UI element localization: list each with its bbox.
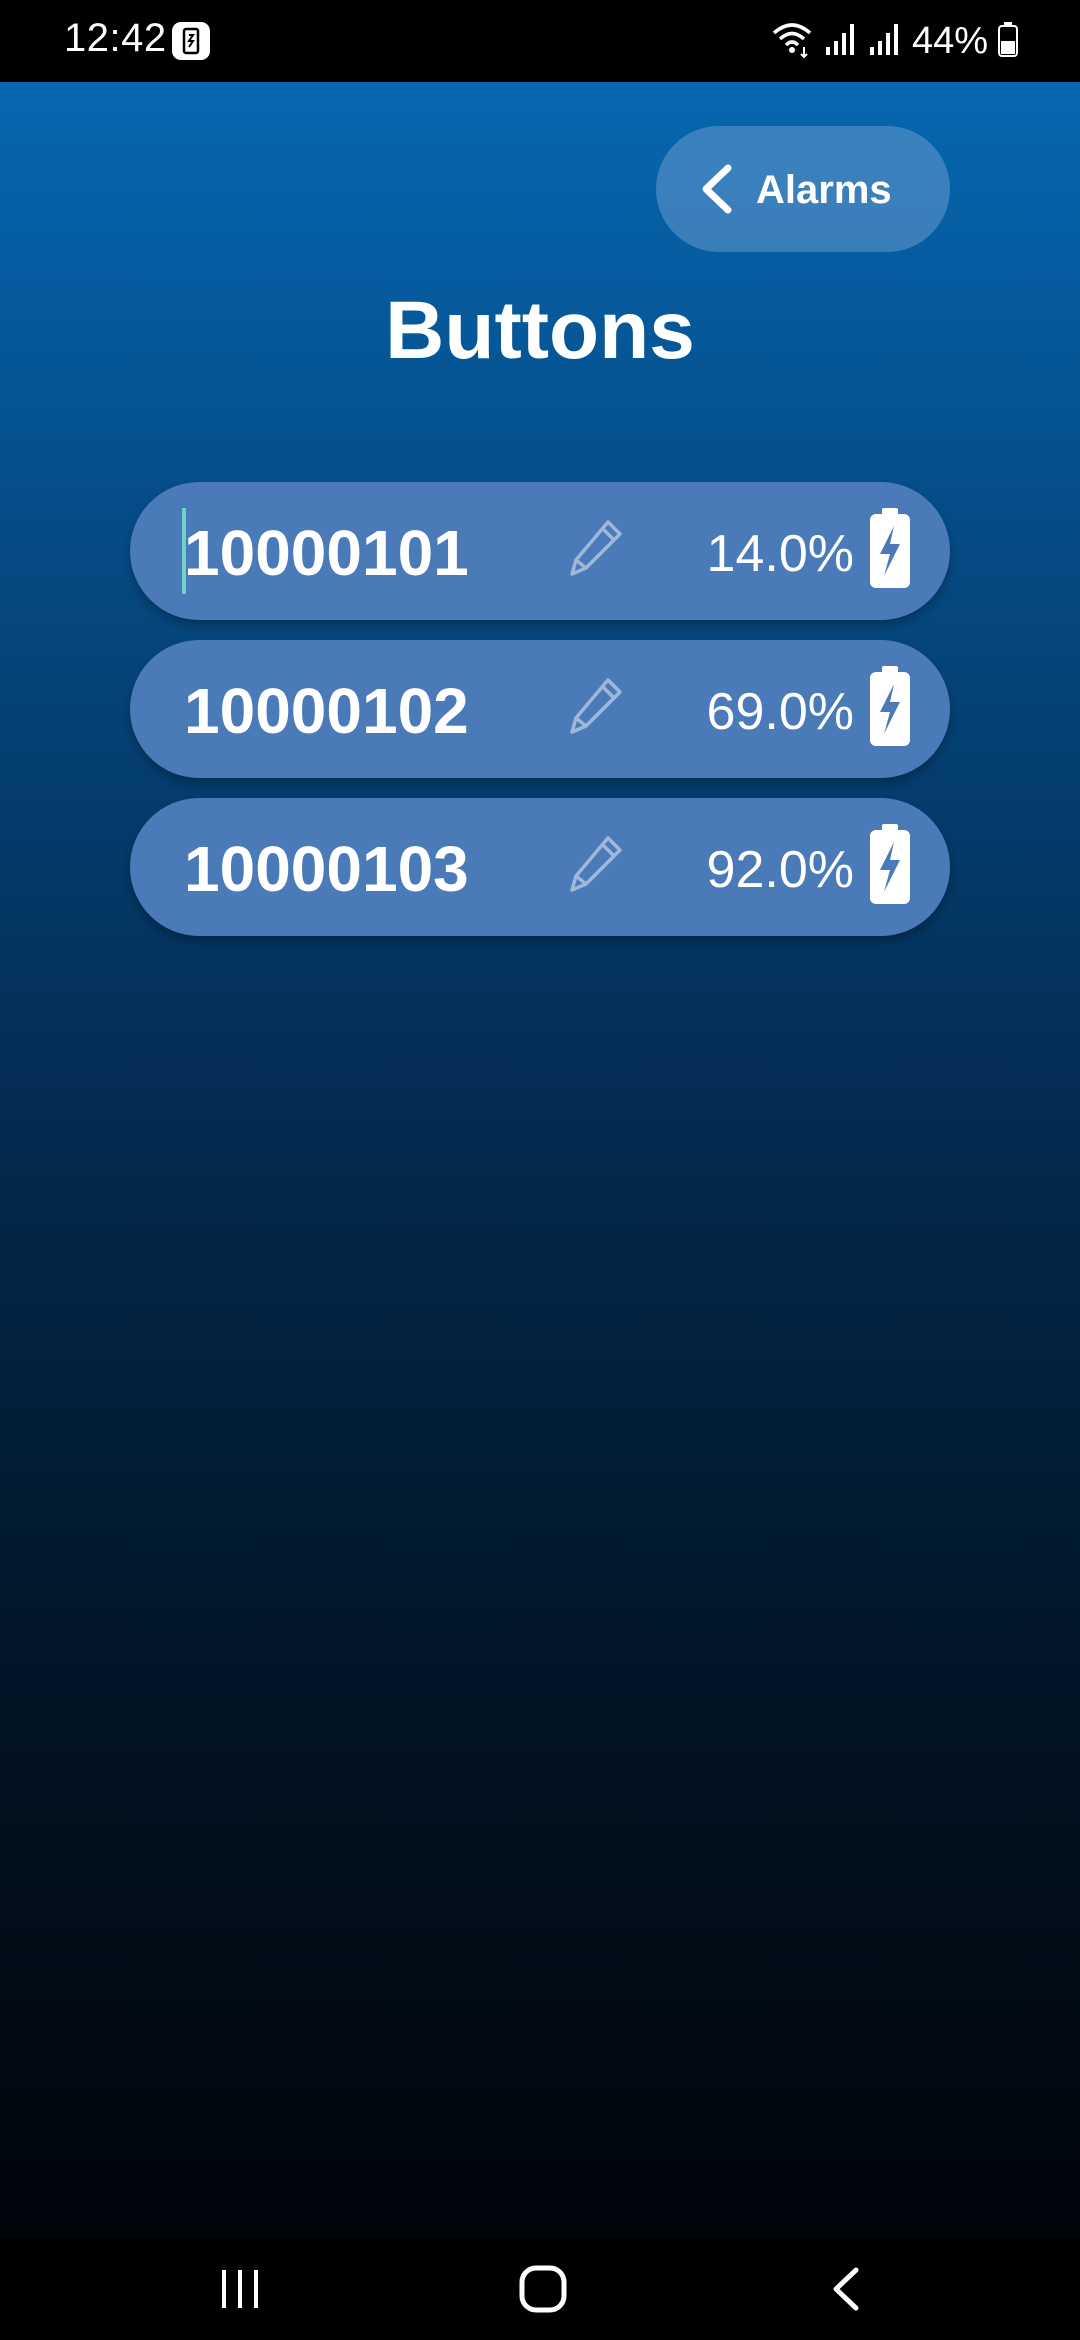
button-row[interactable]: 10000103 92.0%	[130, 798, 950, 936]
status-icons: 44%	[770, 18, 1018, 64]
button-row[interactable]: 10000102 69.0%	[130, 640, 950, 778]
battery-level: 14.0%	[706, 525, 854, 583]
button-id[interactable]: 10000102	[184, 674, 469, 748]
battery-charging-icon	[870, 824, 910, 911]
back-icon[interactable]	[828, 2264, 864, 2319]
page-title: Buttons	[385, 285, 695, 376]
app-notification-icon	[172, 22, 210, 60]
button-id[interactable]: 10000103	[184, 832, 469, 906]
pencil-icon[interactable]	[568, 676, 624, 743]
status-time: 12:42	[64, 16, 167, 60]
battery-icon	[998, 21, 1018, 62]
battery-charging-icon	[870, 508, 910, 595]
battery-charging-icon	[870, 666, 910, 753]
main-screen: Alarms Buttons 10000101 14.0% 10000102 6…	[0, 82, 1080, 2238]
battery-level: 92.0%	[706, 841, 854, 899]
button-id[interactable]: 10000101	[184, 516, 469, 590]
battery-percent: 44%	[911, 19, 988, 62]
button-row[interactable]: 10000101 14.0%	[130, 482, 950, 620]
recent-apps-icon[interactable]	[218, 2264, 264, 2319]
back-button-label: Alarms	[756, 168, 892, 212]
chevron-left-icon	[696, 162, 736, 221]
pencil-icon[interactable]	[568, 518, 624, 585]
signal-icon	[868, 21, 902, 62]
back-to-alarms-button[interactable]: Alarms	[656, 126, 950, 252]
wifi-icon	[770, 19, 814, 64]
battery-level: 69.0%	[706, 683, 854, 741]
pencil-icon[interactable]	[568, 834, 624, 901]
signal-icon	[824, 21, 858, 62]
home-icon[interactable]	[518, 2264, 568, 2319]
system-nav-bar	[0, 2238, 1080, 2340]
status-bar: 12:42 44%	[0, 0, 1080, 82]
